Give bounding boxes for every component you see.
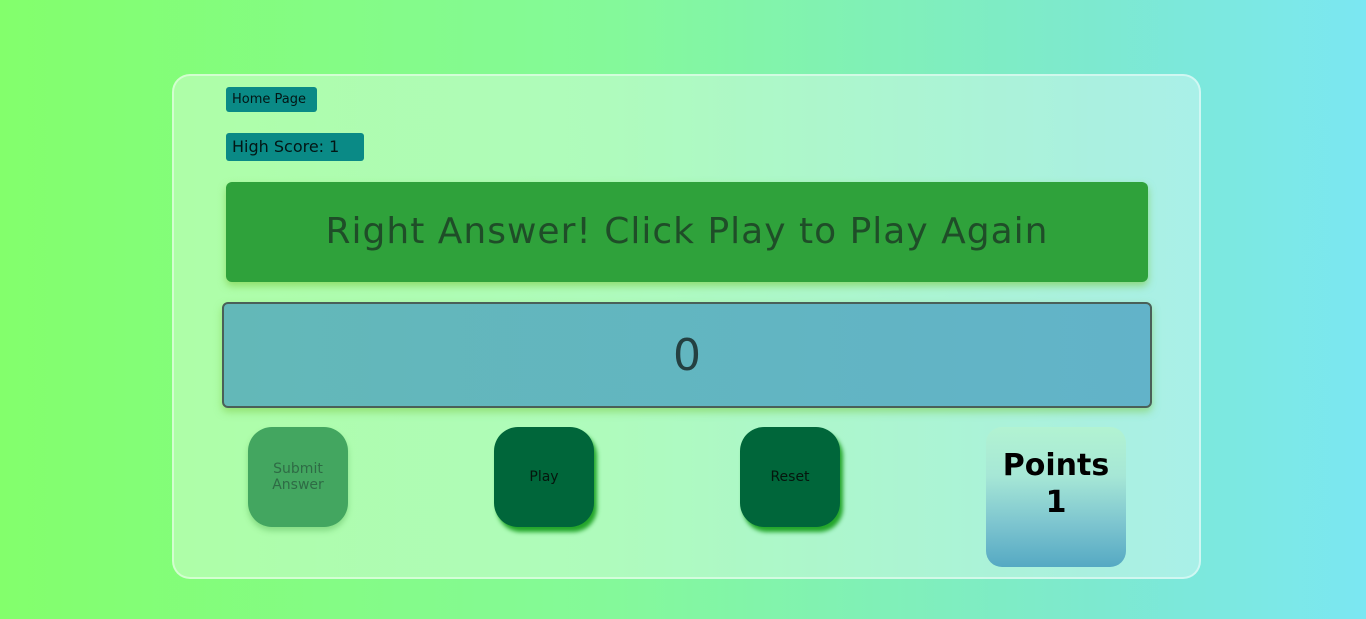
play-label: Play: [529, 469, 559, 485]
submit-answer-label: Submit Answer: [272, 461, 324, 493]
points-label: Points: [1002, 448, 1110, 483]
result-message: Right Answer! Click Play to Play Again: [226, 182, 1148, 282]
submit-line-1: Submit: [273, 461, 323, 477]
submit-answer-button[interactable]: Submit Answer: [248, 427, 348, 527]
points-display: Points 1: [986, 427, 1126, 567]
reset-button[interactable]: Reset: [740, 427, 840, 527]
answer-input[interactable]: [222, 302, 1152, 408]
home-page-button[interactable]: Home Page: [226, 87, 317, 112]
reset-label: Reset: [770, 469, 810, 485]
play-button[interactable]: Play: [494, 427, 594, 527]
points-value: 1: [1045, 485, 1067, 520]
high-score-display: High Score: 1: [226, 133, 364, 161]
submit-line-2: Answer: [272, 477, 324, 493]
